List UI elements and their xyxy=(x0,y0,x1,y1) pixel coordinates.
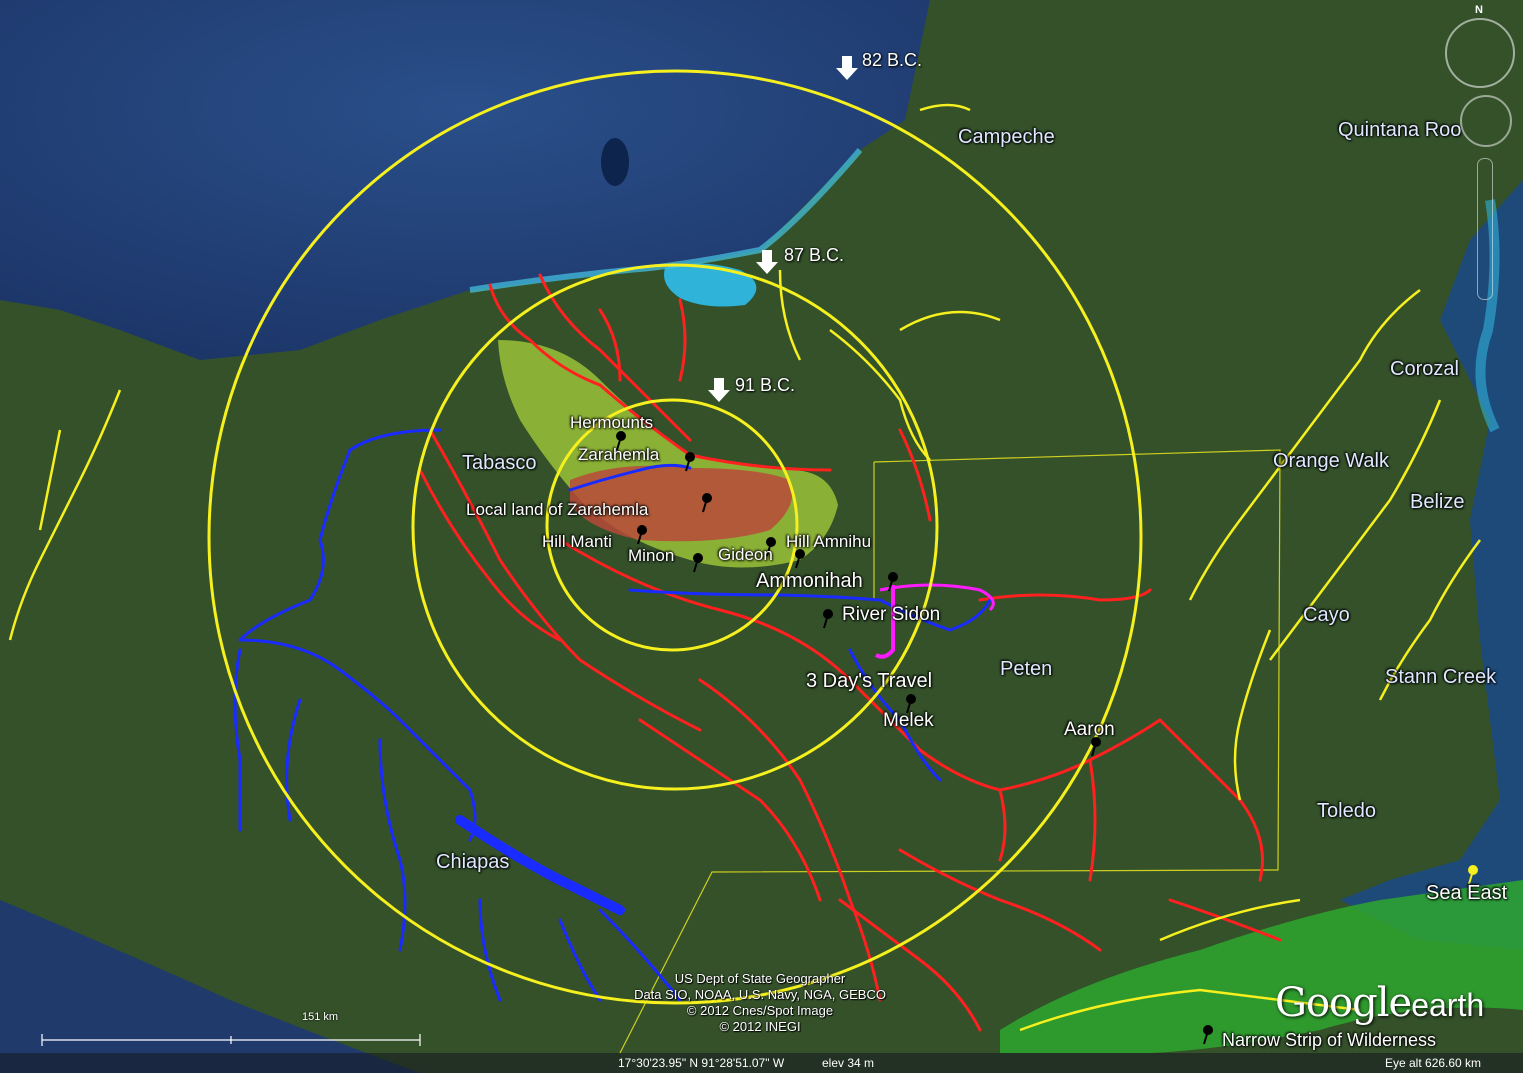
google-earth-logo: Googleearth xyxy=(1275,980,1484,1026)
region-quintana-roo[interactable]: Quintana Roo xyxy=(1338,119,1461,142)
place-river-sidon[interactable]: River Sidon xyxy=(842,604,940,626)
credit-line: Data SIO, NOAA, U.S. Navy, NGA, GEBCO xyxy=(634,987,886,1002)
region-orange-walk[interactable]: Orange Walk xyxy=(1273,450,1389,473)
status-coordinates: 17°30'23.95" N 91°28'51.07" W xyxy=(618,1056,785,1070)
region-stann-creek[interactable]: Stann Creek xyxy=(1385,666,1496,689)
north-indicator[interactable]: N xyxy=(1475,4,1483,16)
place-zarahemla[interactable]: Zarahemla xyxy=(578,445,659,465)
credit-line: © 2012 Cnes/Spot Image xyxy=(686,1003,834,1018)
satellite-map[interactable] xyxy=(0,0,1523,1073)
place-melek[interactable]: Melek xyxy=(883,710,934,732)
zoom-slider[interactable] xyxy=(1477,158,1493,300)
island-lake xyxy=(601,138,629,186)
place-hill-amnihu[interactable]: Hill Amnihu xyxy=(786,532,871,552)
scale-label: 151 km xyxy=(302,1011,339,1023)
year-label-91bc: 91 B.C. xyxy=(735,375,796,395)
region-corozal[interactable]: Corozal xyxy=(1390,358,1459,381)
place-hill-manti[interactable]: Hill Manti xyxy=(542,532,612,552)
logo-earth: earth xyxy=(1411,987,1485,1023)
year-label-82bc: 82 B.C. xyxy=(862,50,923,70)
map-viewport[interactable]: 82 B.C. 87 B.C. 91 B.C. Campeche Quintan… xyxy=(0,0,1523,1073)
status-eye-alt: Eye alt 626.60 km xyxy=(1385,1056,1482,1070)
year-label-87bc: 87 B.C. xyxy=(784,245,845,265)
place-ammonihah[interactable]: Ammonihah xyxy=(756,570,863,593)
status-elevation: elev 34 m xyxy=(822,1056,875,1070)
region-chiapas[interactable]: Chiapas xyxy=(436,851,509,874)
map-credits: US Dept of State Geographer Data SIO, NO… xyxy=(560,971,960,1035)
status-bar: 17°30'23.95" N 91°28'51.07" W elev 34 m … xyxy=(0,1053,1523,1073)
place-3-days-travel[interactable]: 3 Day's Travel xyxy=(806,670,932,693)
credit-line: US Dept of State Geographer xyxy=(674,971,846,986)
region-toledo[interactable]: Toledo xyxy=(1317,800,1376,823)
place-sea-east[interactable]: Sea East xyxy=(1426,882,1507,905)
credit-line: © 2012 INEGI xyxy=(719,1019,801,1034)
place-hermounts[interactable]: Hermounts xyxy=(570,413,653,433)
region-tabasco[interactable]: Tabasco xyxy=(462,452,537,475)
region-peten[interactable]: Peten xyxy=(1000,658,1052,681)
look-control[interactable] xyxy=(1460,95,1512,147)
compass-ring[interactable]: N xyxy=(1445,4,1515,88)
place-gideon[interactable]: Gideon xyxy=(718,545,773,565)
place-aaron[interactable]: Aaron xyxy=(1064,719,1115,741)
place-narrow-strip[interactable]: Narrow Strip of Wilderness xyxy=(1222,1030,1436,1051)
region-cayo[interactable]: Cayo xyxy=(1303,604,1350,627)
region-campeche[interactable]: Campeche xyxy=(958,126,1055,149)
place-minon[interactable]: Minon xyxy=(628,546,674,566)
region-belize[interactable]: Belize xyxy=(1410,491,1464,514)
logo-google: Google xyxy=(1275,980,1412,1026)
place-local-land[interactable]: Local land of Zarahemla xyxy=(466,500,648,520)
